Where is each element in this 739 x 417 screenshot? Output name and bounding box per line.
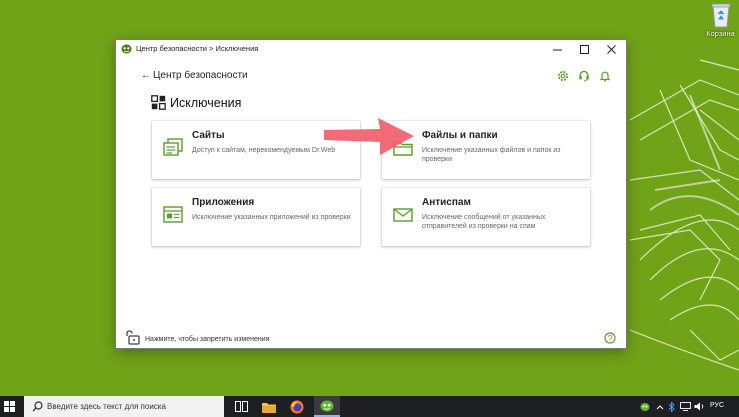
tray-network[interactable]	[680, 396, 691, 417]
taskbar-search-box[interactable]: Введите здесь текст для поиска	[24, 396, 224, 417]
exclusions-grid-icon	[151, 95, 166, 110]
drweb-spider-icon	[320, 400, 334, 411]
search-icon	[32, 401, 43, 412]
settings-icon[interactable]	[557, 70, 569, 82]
tray-show-hidden[interactable]	[656, 396, 664, 417]
drweb-window: Центр безопасности > Исключения ← Центр …	[116, 40, 626, 348]
files-card-title: Файлы и папки	[422, 130, 498, 141]
minimize-icon	[553, 49, 562, 50]
recycle-bin[interactable]: Корзина	[702, 2, 739, 42]
tutorial-arrow-annotation	[324, 118, 414, 155]
antispam-card-title: Антиспам	[422, 197, 471, 208]
back-link[interactable]: ← Центр безопасности	[141, 70, 248, 81]
chevron-up-icon	[656, 404, 664, 409]
taskbar-search-placeholder: Введите здесь текст для поиска	[47, 402, 166, 411]
page-title: Исключения	[151, 95, 241, 110]
support-icon[interactable]	[578, 70, 590, 82]
minimize-button[interactable]	[544, 40, 571, 58]
notifications-bell-icon[interactable]	[599, 70, 611, 82]
file-explorer-icon	[262, 402, 276, 413]
speaker-icon	[694, 402, 704, 411]
window-titlebar[interactable]: Центр безопасности > Исключения	[116, 40, 626, 58]
antispam-card-description: Исключение сообщений от указанных отправ…	[422, 214, 546, 230]
svg-text:?: ?	[608, 334, 613, 343]
recycle-bin-label: Корзина	[706, 29, 735, 38]
taskbar: Введите здесь текст для поиска РУС	[0, 396, 739, 417]
drweb-spider-icon	[121, 44, 132, 54]
task-view-button[interactable]	[228, 396, 254, 417]
firefox-icon	[290, 400, 304, 413]
close-button[interactable]	[598, 40, 625, 58]
tray-bluetooth[interactable]	[668, 396, 675, 417]
input-language-indicator[interactable]: РУС	[710, 402, 724, 409]
help-icon[interactable]: ?	[604, 332, 616, 344]
files-card-description: Исключение указанных файлов и папок из п…	[422, 147, 561, 163]
maximize-icon	[580, 44, 589, 54]
desktop: Корзина Центр безопасности > Исключения …	[0, 0, 739, 417]
drweb-taskbar-button[interactable]	[314, 396, 340, 417]
envelope-icon	[393, 208, 413, 222]
tray-volume[interactable]	[694, 396, 705, 417]
antispam-card[interactable]: Антиспам Исключение сообщений от указанн…	[382, 188, 590, 246]
apps-card-title: Приложения	[192, 197, 255, 208]
page-title-text: Исключения	[170, 95, 242, 110]
apps-card-description: Исключение указанных приложений из прове…	[192, 214, 351, 221]
drweb-tray-icon	[640, 402, 650, 411]
application-window-icon	[163, 206, 183, 223]
web-pages-icon	[163, 138, 183, 156]
bluetooth-icon	[668, 401, 675, 412]
close-icon	[607, 44, 616, 54]
back-link-label: Центр безопасности	[153, 70, 248, 81]
back-arrow-icon: ←	[141, 70, 151, 81]
sites-card-title: Сайты	[192, 130, 225, 141]
recycle-bin-icon	[711, 3, 730, 28]
lock-open-icon[interactable]	[125, 330, 141, 345]
network-icon	[680, 402, 691, 411]
windows-start-icon[interactable]	[4, 401, 15, 412]
window-title: Центр безопасности > Исключения	[136, 44, 259, 53]
file-explorer-taskbar-button[interactable]	[256, 396, 282, 417]
tray-drweb[interactable]	[640, 396, 650, 417]
applications-card[interactable]: Приложения Исключение указанных приложен…	[152, 188, 360, 246]
firefox-taskbar-button[interactable]	[284, 396, 310, 417]
lock-changes-hint[interactable]: Нажмите, чтобы запретить изменения	[145, 336, 269, 343]
task-view-icon	[234, 401, 248, 412]
maximize-button[interactable]	[571, 40, 598, 58]
